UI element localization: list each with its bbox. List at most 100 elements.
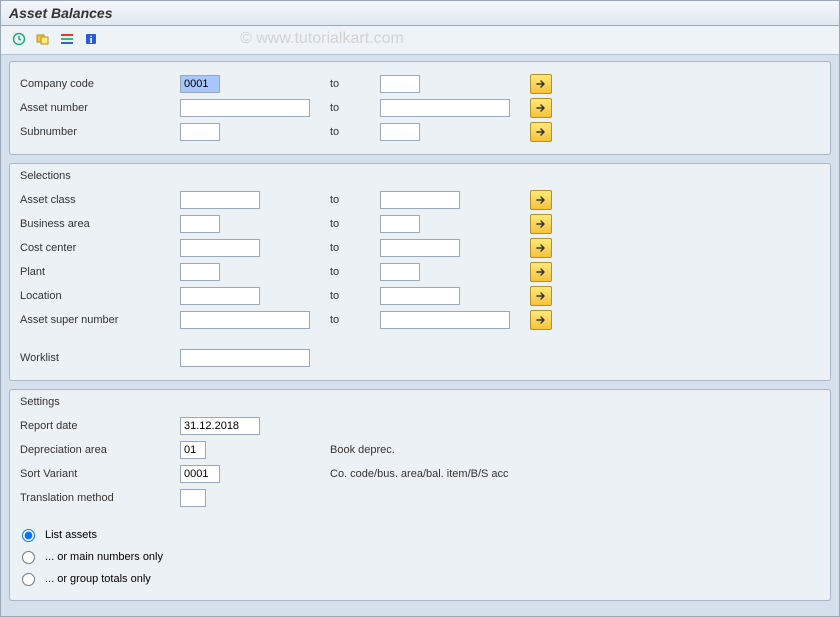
top-from-input[interactable] <box>180 123 220 141</box>
list-mode-radio[interactable] <box>22 529 35 542</box>
radio-label: ... or main numbers only <box>45 551 163 563</box>
sel-to-input[interactable] <box>380 287 460 305</box>
clock-icon <box>12 32 26 49</box>
to-label: to <box>320 314 380 326</box>
radio-row-0[interactable]: List assets <box>20 524 820 546</box>
layout-button[interactable] <box>57 30 77 50</box>
worklist-input[interactable] <box>180 349 310 367</box>
list-mode-radio[interactable] <box>22 551 35 564</box>
settings-row-2: Sort Variant Co. code/bus. area/bal. ite… <box>20 462 820 486</box>
worklist-row: Worklist <box>20 346 820 370</box>
field-description: Co. code/bus. area/bal. item/B/S acc <box>320 468 509 480</box>
selections-group: Selections Asset class to Business area … <box>9 163 831 381</box>
multiple-selection-button[interactable] <box>530 122 552 142</box>
info-icon: i <box>84 32 98 49</box>
field-label: Business area <box>20 218 180 230</box>
radio-row-1[interactable]: ... or main numbers only <box>20 546 820 568</box>
sel-from-input[interactable] <box>180 287 260 305</box>
multiple-selection-button[interactable] <box>530 310 552 330</box>
top-row-2: Subnumber to <box>20 120 820 144</box>
sel-to-input[interactable] <box>380 191 460 209</box>
toolbar: i <box>1 26 839 55</box>
sel-to-input[interactable] <box>380 311 510 329</box>
info-button[interactable]: i <box>81 30 101 50</box>
app-window: © www.tutorialkart.com Asset Balances i <box>0 0 840 617</box>
radio-label: ... or group totals only <box>45 573 151 585</box>
multiple-selection-button[interactable] <box>530 214 552 234</box>
settings-input[interactable] <box>180 417 260 435</box>
arrow-right-icon <box>535 194 547 206</box>
field-label: Cost center <box>20 242 180 254</box>
settings-row-1: Depreciation area Book deprec. <box>20 438 820 462</box>
to-label: to <box>320 242 380 254</box>
sel-row-2: Cost center to <box>20 236 820 260</box>
settings-group: Settings Report date Depreciation area B… <box>9 389 831 601</box>
settings-row-3: Translation method <box>20 486 820 510</box>
field-description: Book deprec. <box>320 444 395 456</box>
selections-title: Selections <box>20 170 820 182</box>
field-label: Asset class <box>20 194 180 206</box>
arrow-right-icon <box>535 102 547 114</box>
settings-input[interactable] <box>180 489 206 507</box>
field-label: Asset super number <box>20 314 180 326</box>
multiple-selection-button[interactable] <box>530 190 552 210</box>
settings-input[interactable] <box>180 465 220 483</box>
page-title: Asset Balances <box>1 1 839 26</box>
arrow-right-icon <box>535 218 547 230</box>
sel-row-4: Location to <box>20 284 820 308</box>
content: Company code to Asset number to Subnumbe… <box>1 55 839 615</box>
field-label: Location <box>20 290 180 302</box>
to-label: to <box>320 194 380 206</box>
execute-button[interactable] <box>9 30 29 50</box>
to-label: to <box>320 126 380 138</box>
multiple-selection-button[interactable] <box>530 98 552 118</box>
sel-row-5: Asset super number to <box>20 308 820 332</box>
radio-row-2[interactable]: ... or group totals only <box>20 568 820 590</box>
field-label: Depreciation area <box>20 444 180 456</box>
field-label: Company code <box>20 78 180 90</box>
field-label: Plant <box>20 266 180 278</box>
arrow-right-icon <box>535 314 547 326</box>
arrow-right-icon <box>535 266 547 278</box>
arrow-right-icon <box>535 242 547 254</box>
bars-icon <box>60 32 74 49</box>
sel-from-input[interactable] <box>180 191 260 209</box>
sel-to-input[interactable] <box>380 239 460 257</box>
arrow-right-icon <box>535 290 547 302</box>
sel-from-input[interactable] <box>180 311 310 329</box>
to-label: to <box>320 78 380 90</box>
sel-row-0: Asset class to <box>20 188 820 212</box>
top-to-input[interactable] <box>380 75 420 93</box>
top-to-input[interactable] <box>380 99 510 117</box>
top-to-input[interactable] <box>380 123 420 141</box>
sel-from-input[interactable] <box>180 215 220 233</box>
sel-to-input[interactable] <box>380 215 420 233</box>
arrow-right-icon <box>535 126 547 138</box>
field-label: Translation method <box>20 492 180 504</box>
top-row-0: Company code to <box>20 72 820 96</box>
overlap-icon <box>36 32 50 49</box>
field-label: Asset number <box>20 102 180 114</box>
sel-to-input[interactable] <box>380 263 420 281</box>
settings-title: Settings <box>20 396 820 408</box>
to-label: to <box>320 102 380 114</box>
variant-button[interactable] <box>33 30 53 50</box>
sel-from-input[interactable] <box>180 239 260 257</box>
field-label: Subnumber <box>20 126 180 138</box>
radio-label: List assets <box>45 529 97 541</box>
top-from-input[interactable] <box>180 75 220 93</box>
multiple-selection-button[interactable] <box>530 74 552 94</box>
top-from-input[interactable] <box>180 99 310 117</box>
to-label: to <box>320 266 380 278</box>
settings-row-0: Report date <box>20 414 820 438</box>
list-mode-radio[interactable] <box>22 573 35 586</box>
multiple-selection-button[interactable] <box>530 238 552 258</box>
sel-row-3: Plant to <box>20 260 820 284</box>
settings-input[interactable] <box>180 441 206 459</box>
multiple-selection-button[interactable] <box>530 286 552 306</box>
multiple-selection-button[interactable] <box>530 262 552 282</box>
to-label: to <box>320 218 380 230</box>
sel-from-input[interactable] <box>180 263 220 281</box>
field-label: Sort Variant <box>20 468 180 480</box>
arrow-right-icon <box>535 78 547 90</box>
